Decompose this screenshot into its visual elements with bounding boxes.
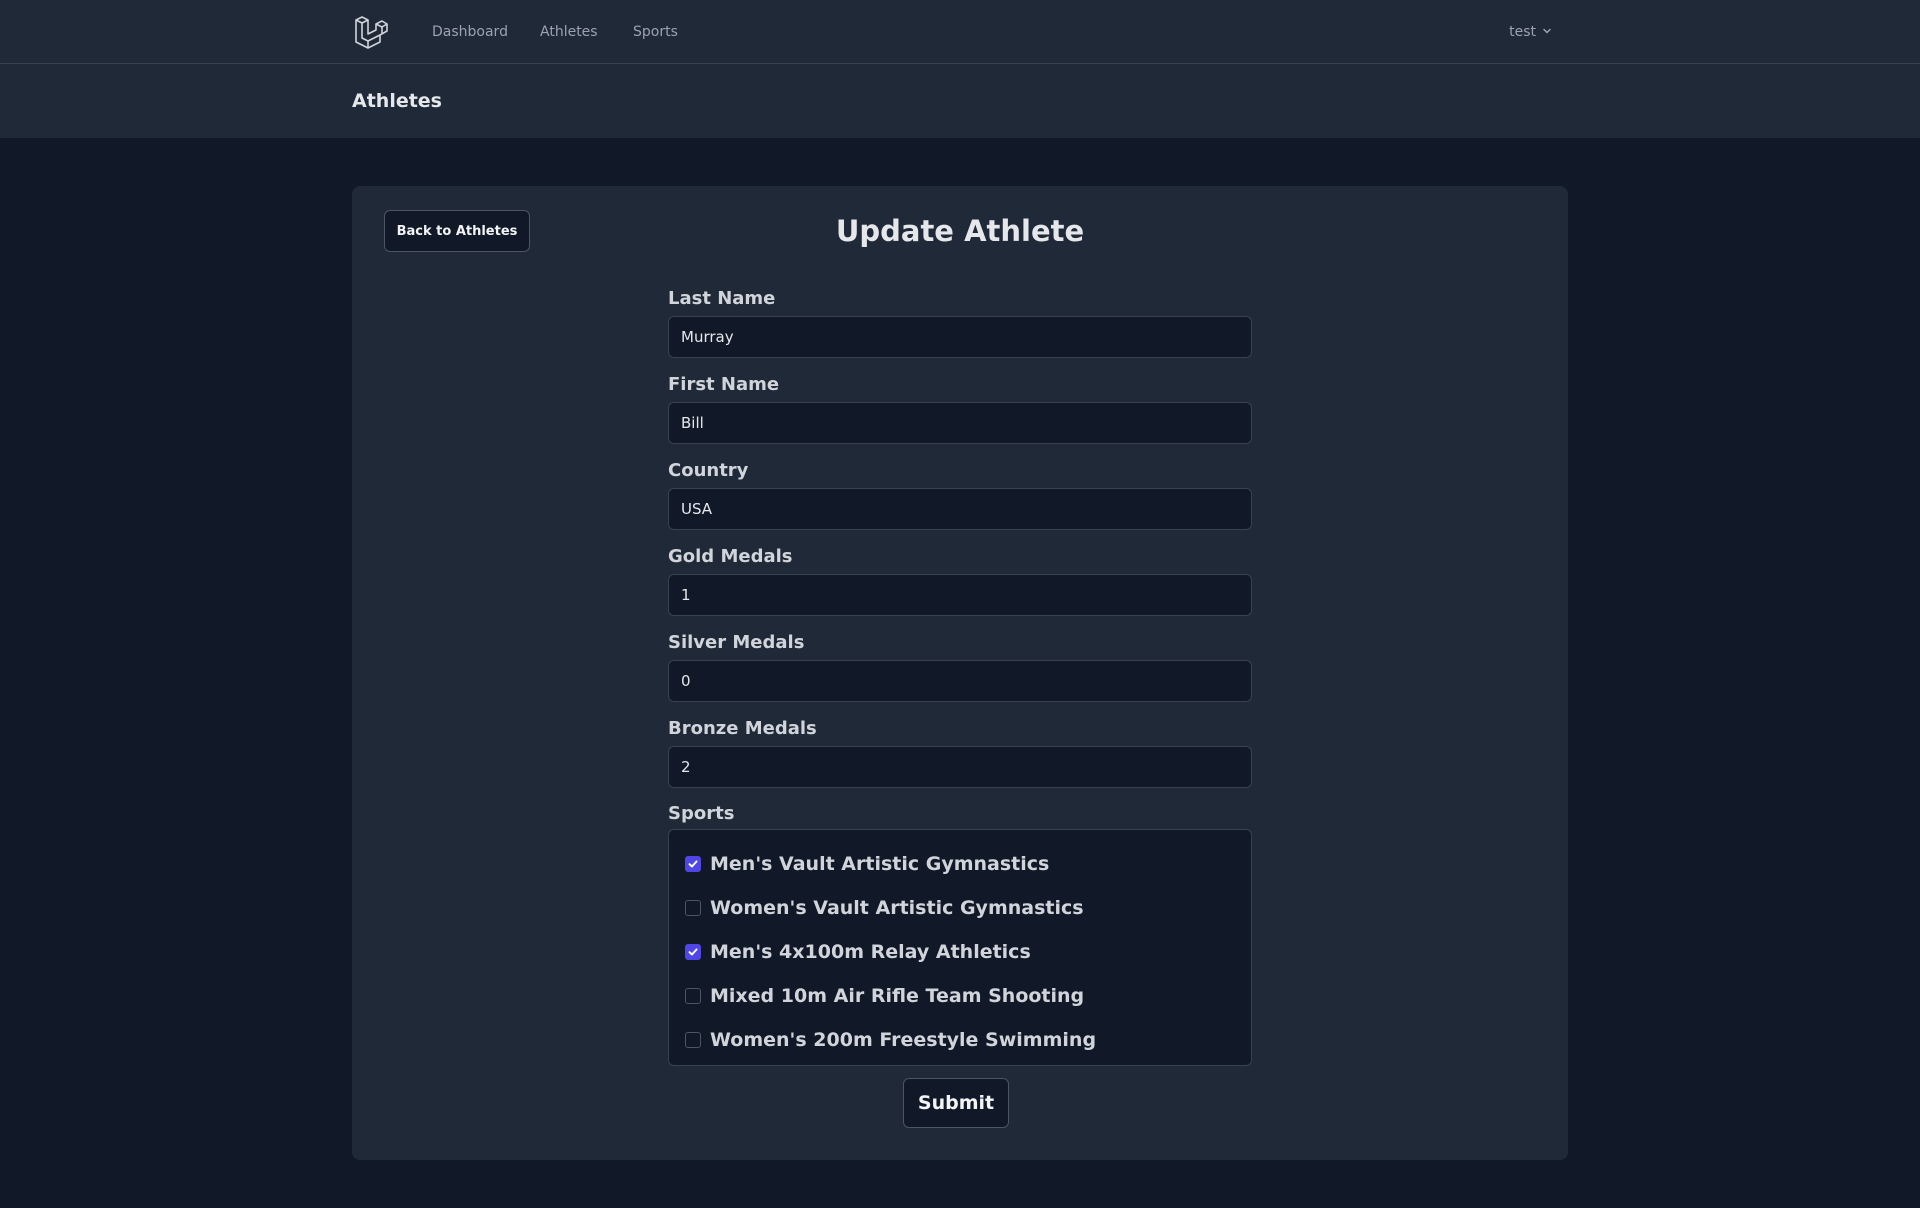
nav-link-dashboard[interactable]: Dashboard: [432, 0, 508, 64]
sport-option-womens-vault[interactable]: Women's Vault Artistic Gymnastics: [669, 886, 1251, 930]
sport-option-label: Women's Vault Artistic Gymnastics: [710, 897, 1084, 919]
checkbox-checked[interactable]: [685, 856, 701, 872]
first-name-field[interactable]: [668, 402, 1252, 444]
laravel-logo-icon[interactable]: [352, 14, 388, 50]
sport-option-mens-vault[interactable]: Men's Vault Artistic Gymnastics: [669, 842, 1251, 886]
checkbox-checked[interactable]: [685, 944, 701, 960]
user-name: test: [1509, 24, 1536, 40]
user-menu[interactable]: test: [1509, 0, 1552, 64]
country-field[interactable]: [668, 488, 1252, 530]
country-group: Country: [668, 458, 1252, 530]
sports-checkbox-list: Men's Vault Artistic Gymnastics Women's …: [668, 829, 1252, 1066]
first-name-group: First Name: [668, 372, 1252, 444]
silver-medals-group: Silver Medals: [668, 630, 1252, 702]
sport-option-label: Mixed 10m Air Rifle Team Shooting: [710, 985, 1085, 1007]
checkbox[interactable]: [685, 988, 701, 1004]
submit-button[interactable]: Submit: [903, 1078, 1009, 1128]
sport-option-mens-relay[interactable]: Men's 4x100m Relay Athletics: [669, 930, 1251, 974]
checkbox[interactable]: [685, 900, 701, 916]
chevron-down-icon: [1542, 24, 1552, 40]
sport-option-womens-freestyle[interactable]: Women's 200m Freestyle Swimming: [669, 1018, 1251, 1062]
sport-option-mixed-air-rifle[interactable]: Mixed 10m Air Rifle Team Shooting: [669, 974, 1251, 1018]
sports-label: Sports: [668, 803, 735, 824]
bronze-medals-group: Bronze Medals: [668, 716, 1252, 788]
form-title: Update Athlete: [835, 214, 1085, 248]
nav-link-athletes[interactable]: Athletes: [540, 0, 598, 64]
bronze-medals-field[interactable]: [668, 746, 1252, 788]
bronze-medals-label: Bronze Medals: [668, 718, 817, 739]
gold-medals-field[interactable]: [668, 574, 1252, 616]
top-navigation: Dashboard Athletes Sports test: [0, 0, 1920, 64]
silver-medals-field[interactable]: [668, 660, 1252, 702]
silver-medals-label: Silver Medals: [668, 632, 805, 653]
sports-group: Sports: [668, 801, 1252, 831]
page-title: Athletes: [352, 90, 442, 112]
last-name-label: Last Name: [668, 288, 776, 309]
country-label: Country: [668, 460, 749, 481]
page-header: Athletes: [0, 64, 1920, 138]
last-name-field[interactable]: [668, 316, 1252, 358]
last-name-group: Last Name: [668, 286, 1252, 358]
gold-medals-label: Gold Medals: [668, 546, 793, 567]
update-athlete-card: Back to Athletes Update Athlete Last Nam…: [352, 186, 1568, 1160]
nav-link-sports[interactable]: Sports: [633, 0, 678, 64]
sport-option-label: Men's 4x100m Relay Athletics: [710, 941, 1031, 963]
checkbox[interactable]: [685, 1032, 701, 1048]
sport-option-label: Women's 200m Freestyle Swimming: [710, 1029, 1097, 1051]
sport-option-label: Men's Vault Artistic Gymnastics: [710, 853, 1050, 875]
gold-medals-group: Gold Medals: [668, 544, 1252, 616]
first-name-label: First Name: [668, 374, 780, 395]
